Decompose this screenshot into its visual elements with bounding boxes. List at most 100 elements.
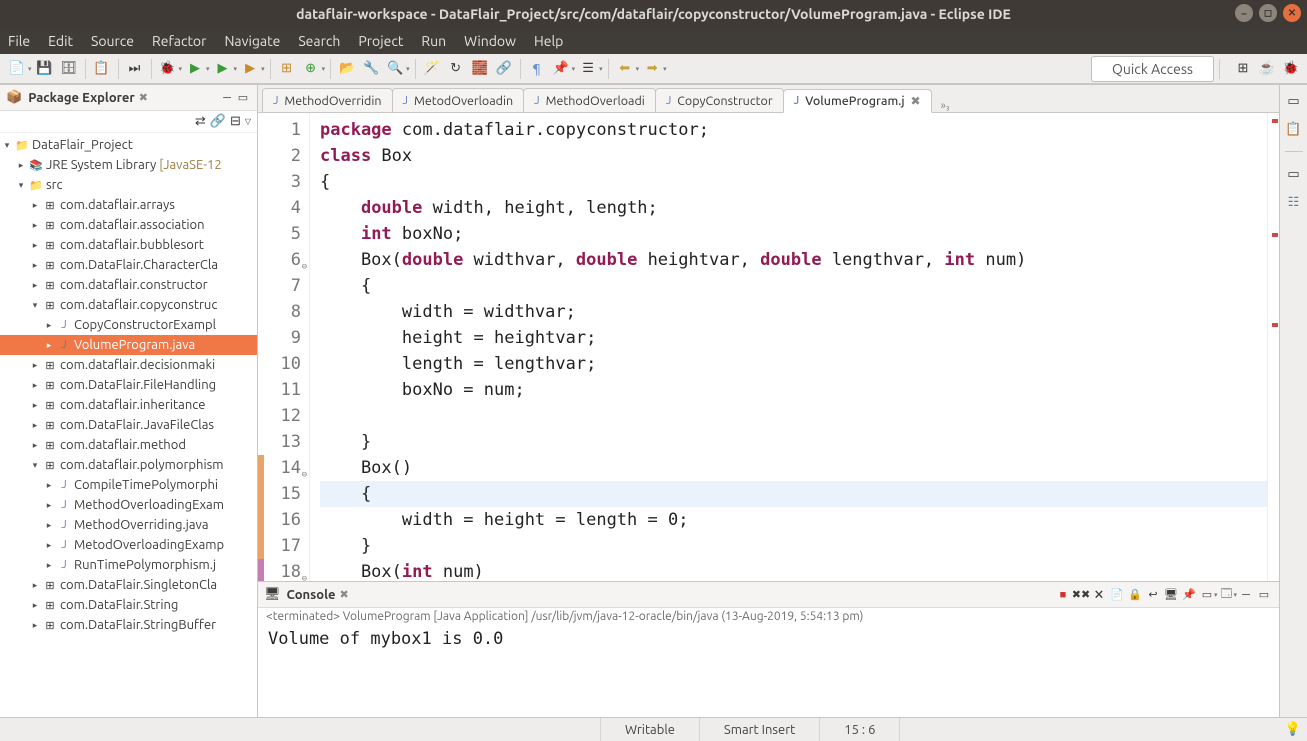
twist-icon[interactable]: ▸	[28, 280, 42, 291]
tree-row[interactable]: ▸⊞com.dataflair.bubblesort	[0, 235, 257, 255]
save-icon[interactable]: 💾	[34, 58, 56, 80]
editor-tab[interactable]: JVolumeProgram.j✖	[783, 89, 932, 113]
java-perspective-icon[interactable]: ☕	[1257, 59, 1277, 79]
run-last-icon[interactable]: ▶	[239, 58, 261, 80]
editor-tab[interactable]: JMethodOverloadi	[523, 88, 656, 112]
tree-row[interactable]: ▸JMethodOverriding.java	[0, 515, 257, 535]
tree-row[interactable]: ▸⊞com.DataFlair.CharacterCla	[0, 255, 257, 275]
tree-row[interactable]: ▸⊞com.dataflair.decisionmaki	[0, 355, 257, 375]
filter-icon[interactable]: ☰	[577, 58, 599, 80]
console-min-icon[interactable]: ─	[1237, 586, 1255, 604]
maximize-view-icon[interactable]: ▭	[235, 90, 251, 106]
twist-icon[interactable]: ▸	[28, 380, 42, 391]
editor-tab[interactable]: JMethodOverridin	[262, 88, 393, 112]
tree-row[interactable]: ▸JMetodOverloadingExamp	[0, 535, 257, 555]
task-list-icon[interactable]: 📋	[1284, 119, 1304, 139]
tree-row[interactable]: ▸⊞com.dataflair.constructor	[0, 275, 257, 295]
tree-row[interactable]: ▸JRunTimePolymorphism.j	[0, 555, 257, 575]
view-menu-icon[interactable]: ▽	[245, 117, 251, 126]
new-class-icon[interactable]: ⊕	[300, 58, 322, 80]
link-icon[interactable]: 🔗	[493, 58, 515, 80]
editor-tab[interactable]: JCopyConstructor	[655, 88, 784, 112]
twist-icon[interactable]: ▸	[42, 320, 56, 331]
minimize-button[interactable]: –	[1235, 4, 1253, 22]
tree-row[interactable]: ▸⊞com.dataflair.inheritance	[0, 395, 257, 415]
tree-row[interactable]: ▸⊞com.DataFlair.FileHandling	[0, 375, 257, 395]
restore2-icon[interactable]: ▭	[1284, 164, 1304, 184]
twist-icon[interactable]: ▸	[42, 500, 56, 511]
pin-view-icon[interactable]: ✖	[139, 91, 148, 104]
twist-icon[interactable]: ▸	[42, 480, 56, 491]
twist-icon[interactable]: ▸	[28, 260, 42, 271]
scroll-lock-icon[interactable]: 🔒	[1126, 586, 1144, 604]
menu-source[interactable]: Source	[91, 33, 134, 49]
refresh-icon[interactable]: ↻	[445, 58, 467, 80]
code-content[interactable]: package com.dataflair.copyconstructor;cl…	[310, 113, 1267, 581]
tree-row[interactable]: ▸📚JRE System Library [JavaSE-12	[0, 155, 257, 175]
toggle-breadcrumb-icon[interactable]: 📋	[91, 58, 113, 80]
pin-icon[interactable]: 📌	[550, 58, 572, 80]
run-icon[interactable]: ▶	[184, 58, 206, 80]
skip-breakpoints-icon[interactable]: ⏭	[124, 58, 146, 80]
tree-row[interactable]: ▸⊞com.dataflair.arrays	[0, 195, 257, 215]
open-perspective-icon[interactable]: ⊞	[1233, 59, 1253, 79]
package-tree[interactable]: ▾📁DataFlair_Project▸📚JRE System Library …	[0, 133, 257, 717]
save-all-icon[interactable]: 🗄	[58, 58, 80, 80]
twist-icon[interactable]: ▸	[28, 240, 42, 251]
wand-icon[interactable]: 🪄	[421, 58, 443, 80]
code-editor[interactable]: 123456⊖7891011121314⊖15161718⊖ package c…	[258, 113, 1279, 582]
console-output[interactable]: Volume of mybox1 is 0.0	[258, 625, 1279, 717]
menu-help[interactable]: Help	[534, 33, 563, 49]
restore-icon[interactable]: ▭	[1284, 91, 1304, 111]
coverage-icon[interactable]: ▶	[212, 58, 234, 80]
console-max-icon[interactable]: ▭	[1255, 586, 1273, 604]
search-icon[interactable]: 🔍	[384, 58, 406, 80]
twist-icon[interactable]: ▸	[42, 520, 56, 531]
overview-ruler[interactable]	[1267, 113, 1279, 581]
close-console-icon[interactable]: ✖	[340, 588, 349, 601]
menu-run[interactable]: Run	[421, 33, 446, 49]
link-editor-icon[interactable]: 🔗	[210, 114, 226, 129]
twist-icon[interactable]: ▾	[0, 140, 14, 151]
tip-bulb-icon[interactable]: 💡	[1285, 722, 1301, 737]
twist-icon[interactable]: ▾	[14, 180, 28, 191]
menu-search[interactable]: Search	[298, 33, 340, 49]
twist-icon[interactable]: ▸	[14, 160, 28, 171]
twist-icon[interactable]: ▾	[28, 460, 42, 471]
twist-icon[interactable]: ▸	[28, 400, 42, 411]
tree-row[interactable]: ▸JVolumeProgram.java	[0, 335, 257, 355]
back-icon[interactable]: ⬅	[614, 58, 636, 80]
tree-row[interactable]: ▸JMethodOverloadingExam	[0, 495, 257, 515]
editor-tab[interactable]: JMetodOverloadin	[392, 88, 525, 112]
twist-icon[interactable]: ▸	[28, 220, 42, 231]
tree-row[interactable]: ▸⊞com.dataflair.association	[0, 215, 257, 235]
quick-access-field[interactable]: Quick Access	[1091, 56, 1214, 82]
twist-icon[interactable]: ▸	[28, 200, 42, 211]
twist-icon[interactable]: ▸	[42, 540, 56, 551]
maximize-button[interactable]: ◻	[1259, 4, 1277, 22]
twist-icon[interactable]: ▸	[42, 340, 56, 351]
tree-row[interactable]: ▸⊞com.dataflair.method	[0, 435, 257, 455]
tree-row[interactable]: ▾⊞com.dataflair.polymorphism	[0, 455, 257, 475]
menu-navigate[interactable]: Navigate	[224, 33, 280, 49]
show-console-icon[interactable]: 🖥	[1162, 586, 1180, 604]
close-button[interactable]: ✕	[1283, 4, 1301, 22]
terminate-icon[interactable]: ■	[1054, 586, 1072, 604]
tree-row[interactable]: ▸⊞com.DataFlair.SingletonCla	[0, 575, 257, 595]
forward-icon[interactable]: ➡	[641, 58, 663, 80]
tree-row[interactable]: ▾📁src	[0, 175, 257, 195]
debug-icon[interactable]: 🐞	[157, 58, 179, 80]
outline-icon[interactable]: ☷	[1284, 192, 1304, 212]
tree-row[interactable]: ▸⊞com.DataFlair.String	[0, 595, 257, 615]
twist-icon[interactable]: ▸	[28, 600, 42, 611]
twist-icon[interactable]: ▸	[42, 560, 56, 571]
minimize-view-icon[interactable]: ─	[219, 90, 235, 106]
menu-edit[interactable]: Edit	[48, 33, 73, 49]
twist-icon[interactable]: ▾	[28, 300, 42, 311]
open-type-icon[interactable]: 📂	[336, 58, 358, 80]
menu-window[interactable]: Window	[464, 33, 516, 49]
debug-perspective-icon[interactable]: 🐞	[1281, 59, 1301, 79]
remove-all-icon[interactable]: 🗙	[1090, 586, 1108, 604]
menu-refactor[interactable]: Refactor	[152, 33, 206, 49]
twist-icon[interactable]: ▸	[28, 360, 42, 371]
